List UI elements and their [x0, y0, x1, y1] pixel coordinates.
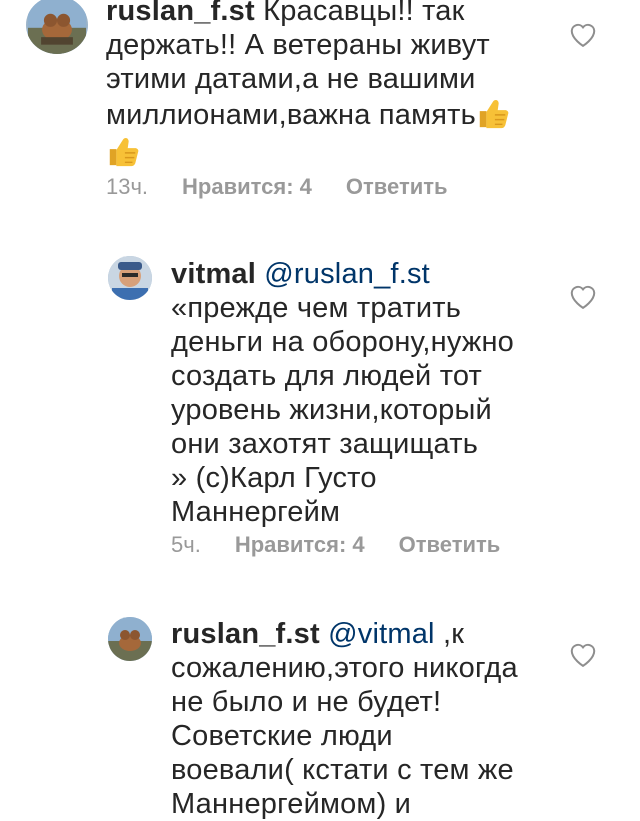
comment-meta: 13ч. Нравится: 4 Ответить	[106, 174, 448, 200]
comment-time: 13ч.	[106, 174, 149, 199]
comment-line: » (с)Карл Густо	[171, 462, 377, 494]
comment-line: миллионами,важна память	[106, 99, 476, 131]
comment-line: деньги на оборону,нужно	[171, 326, 514, 358]
comment-line: создать для людей тот	[171, 360, 483, 392]
avatar-image	[108, 256, 152, 300]
comment-line: этими датами,а не вашими	[106, 63, 476, 95]
avatar-image	[108, 617, 152, 661]
avatar[interactable]	[108, 617, 152, 661]
comment-line: Советские люди	[171, 720, 393, 752]
comment-line: не было и не будет!	[171, 686, 442, 718]
heart-icon[interactable]	[568, 20, 598, 48]
heart-icon[interactable]	[568, 282, 598, 310]
comment-username[interactable]: vitmal	[171, 258, 256, 290]
comment-line: держать!! А ветераны живут	[106, 29, 490, 61]
likes-button[interactable]: Нравится: 4	[182, 174, 312, 199]
likes-button[interactable]: Нравится: 4	[235, 532, 365, 557]
comment-text: ruslan_f.st @vitmal ,к сожалению,этого н…	[171, 617, 551, 821]
avatar[interactable]	[108, 256, 152, 300]
comment-line: ,к	[434, 618, 465, 650]
comment-line: уровень жизни,который	[171, 394, 492, 426]
comment-text: vitmal @ruslan_f.st «прежде чем тратить …	[171, 257, 551, 529]
comment-username[interactable]: ruslan_f.st	[106, 0, 255, 27]
thumbs-up-emoji	[476, 96, 510, 130]
comment-line: воевали( кстати с тем же	[171, 754, 514, 786]
comment-text: ruslan_f.st Красавцы!! так держать!! А в…	[106, 0, 526, 170]
avatar[interactable]	[26, 0, 88, 54]
comment-username[interactable]: ruslan_f.st	[171, 618, 320, 650]
comment-time: 5ч.	[171, 532, 201, 557]
mention-link[interactable]: @ruslan_f.st	[264, 258, 430, 290]
reply-button[interactable]: Ответить	[399, 532, 501, 557]
thumbs-up-emoji	[106, 134, 140, 168]
comment-line: «прежде чем тратить	[171, 292, 462, 324]
heart-icon[interactable]	[568, 640, 598, 668]
reply-button[interactable]: Ответить	[346, 174, 448, 199]
comment-line: Маннергейм	[171, 496, 341, 528]
comment-line: сожалению,этого никогда	[171, 652, 518, 684]
avatar-image	[28, 0, 86, 54]
comment-meta: 5ч. Нравится: 4 Ответить	[171, 532, 500, 558]
comment-line: Красавцы!! так	[263, 0, 465, 27]
mention-link[interactable]: @vitmal	[328, 618, 435, 650]
comment-line: они захотят защищать	[171, 428, 479, 460]
